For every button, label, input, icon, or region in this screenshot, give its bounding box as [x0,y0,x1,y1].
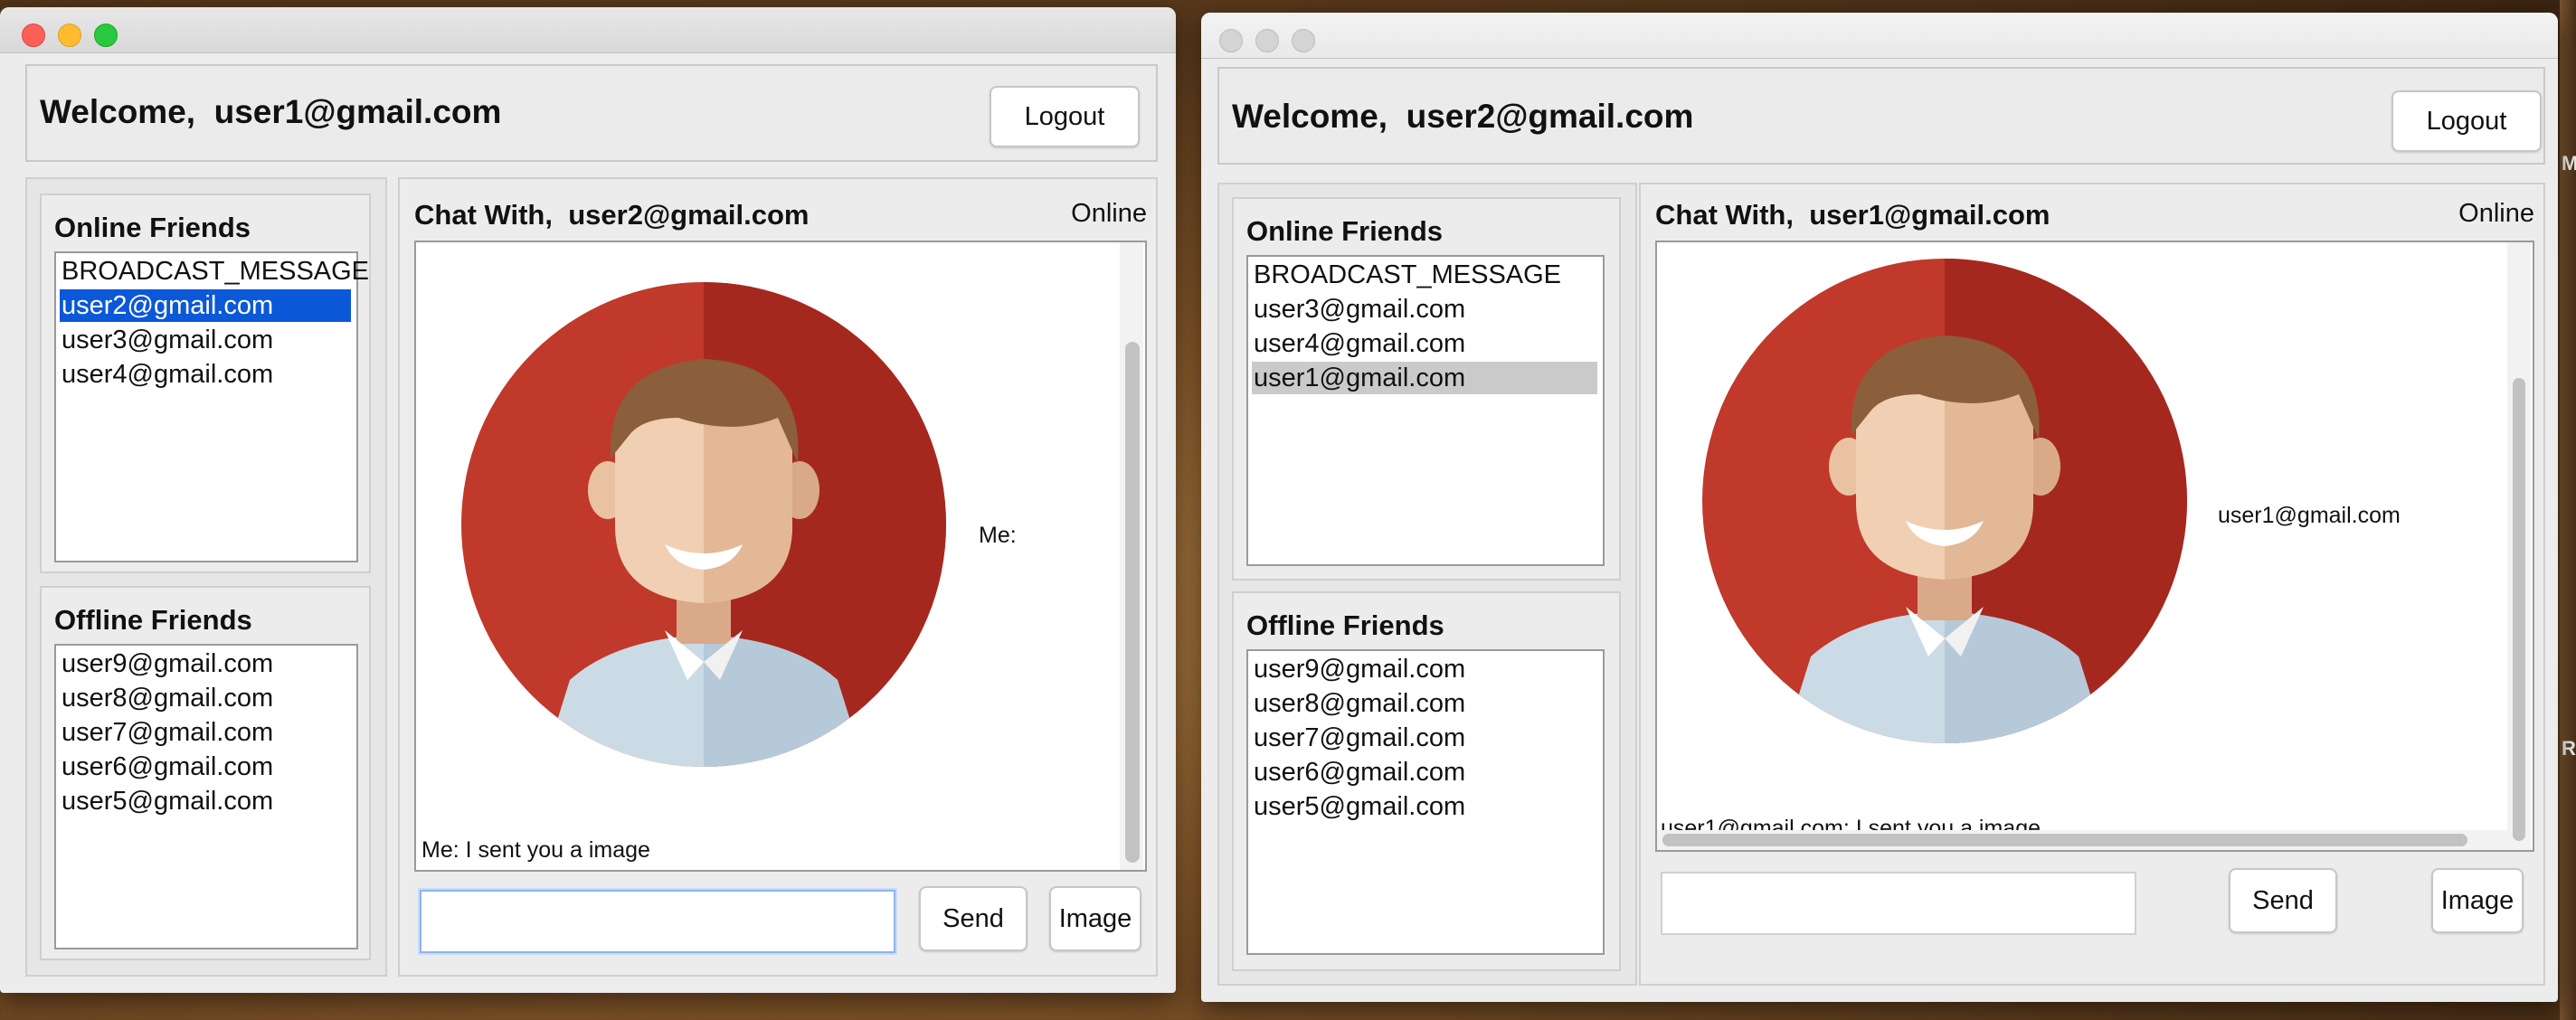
scrollbar-thumb[interactable] [1662,834,2467,846]
desktop-edge-letter: R [2562,737,2576,760]
offline-friends-title: Offline Friends [54,604,252,636]
list-item[interactable]: user5@gmail.com [60,785,273,817]
avatar-image [461,282,946,767]
message-input[interactable] [1661,872,2136,935]
offline-friends-list[interactable]: user9@gmail.com user8@gmail.com user7@gm… [1246,649,1605,955]
list-item[interactable]: user7@gmail.com [60,716,273,749]
desktop-edge-letter: M [2562,152,2576,175]
chat-title: Chat With, user2@gmail.com [414,199,810,231]
zoom-button[interactable] [94,24,118,47]
status-label: Online [2458,199,2534,228]
list-item[interactable]: user8@gmail.com [60,682,273,714]
vertical-scrollbar[interactable] [1120,242,1143,870]
chat-title: Chat With, user1@gmail.com [1655,199,2050,231]
logout-button[interactable]: Logout [2391,90,2542,152]
offline-friends-list[interactable]: user9@gmail.com user8@gmail.com user7@gm… [54,644,358,949]
horizontal-scrollbar[interactable] [1657,830,2507,850]
chat-message: Me: I sent you a image [421,837,650,863]
close-button[interactable] [22,24,45,47]
image-button[interactable]: Image [2431,868,2524,933]
offline-friends-box: Offline Friends user9@gmail.com user8@gm… [40,586,371,960]
scrollbar-thumb[interactable] [2513,378,2525,841]
minimize-button[interactable] [58,24,81,47]
chat-panel: Chat With, user2@gmail.com Online Me: Me… [398,177,1158,977]
title-bar[interactable] [0,7,1176,53]
list-item[interactable]: user7@gmail.com [1252,722,1465,754]
online-friends-list[interactable]: BROADCAST_MESSAGE user2@gmail.com user3@… [54,251,369,562]
list-item-selected[interactable]: user2@gmail.com [60,289,351,322]
image-sender-label: Me: [979,523,1017,548]
title-bar[interactable] [1201,13,2558,59]
avatar-image [1702,259,2187,743]
header-panel: Welcome, user2@gmail.com Logout [1217,67,2545,165]
welcome-label: Welcome, user2@gmail.com [1232,98,1694,135]
online-friends-list[interactable]: BROADCAST_MESSAGE user3@gmail.com user4@… [1246,255,1605,566]
image-sender-label: user1@gmail.com [2218,503,2401,528]
list-item[interactable]: user8@gmail.com [1252,687,1465,720]
list-item[interactable]: user3@gmail.com [1252,293,1597,326]
list-item[interactable]: BROADCAST_MESSAGE [1252,259,1597,291]
list-item[interactable]: user9@gmail.com [60,647,273,680]
online-friends-title: Online Friends [1246,215,1444,247]
list-item[interactable]: user5@gmail.com [1252,790,1465,823]
list-item[interactable]: user9@gmail.com [1252,653,1465,685]
chat-panel: Chat With, user1@gmail.com Online user1@… [1639,183,2545,986]
logout-button[interactable]: Logout [990,86,1140,147]
minimize-button[interactable] [1255,29,1279,52]
chat-history[interactable]: user1@gmail.com user1@gmail.com: I sent … [1655,241,2534,852]
list-item[interactable]: user6@gmail.com [60,751,273,783]
list-item[interactable]: user4@gmail.com [1252,327,1597,360]
status-label: Online [1071,199,1147,228]
send-button[interactable]: Send [919,886,1028,951]
online-friends-box: Online Friends BROADCAST_MESSAGE user3@g… [1232,197,1621,581]
chat-window-user2: Welcome, user2@gmail.com Logout Online F… [1201,13,2558,1002]
welcome-label: Welcome, user1@gmail.com [40,93,502,130]
vertical-scrollbar[interactable] [2507,242,2531,850]
chat-window-user1: Welcome, user1@gmail.com Logout Online F… [0,7,1176,993]
online-friends-box: Online Friends BROADCAST_MESSAGE user2@g… [40,194,371,573]
list-item[interactable]: user4@gmail.com [60,358,351,391]
image-button[interactable]: Image [1049,886,1141,951]
scrollbar-thumb[interactable] [1125,342,1140,863]
offline-friends-box: Offline Friends user9@gmail.com user8@gm… [1232,591,1621,971]
online-friends-title: Online Friends [54,212,251,243]
list-item-selected[interactable]: user1@gmail.com [1252,362,1597,394]
chat-history[interactable]: Me: Me: I sent you a image [414,241,1147,872]
offline-friends-title: Offline Friends [1246,609,1444,641]
list-item[interactable]: user6@gmail.com [1252,756,1465,789]
send-button[interactable]: Send [2229,868,2337,933]
zoom-button[interactable] [1292,29,1315,52]
message-input[interactable] [420,890,895,953]
list-item[interactable]: user3@gmail.com [60,324,351,356]
header-panel: Welcome, user1@gmail.com Logout [25,64,1158,162]
list-item[interactable]: BROADCAST_MESSAGE [60,255,369,288]
close-button[interactable] [1219,29,1243,52]
